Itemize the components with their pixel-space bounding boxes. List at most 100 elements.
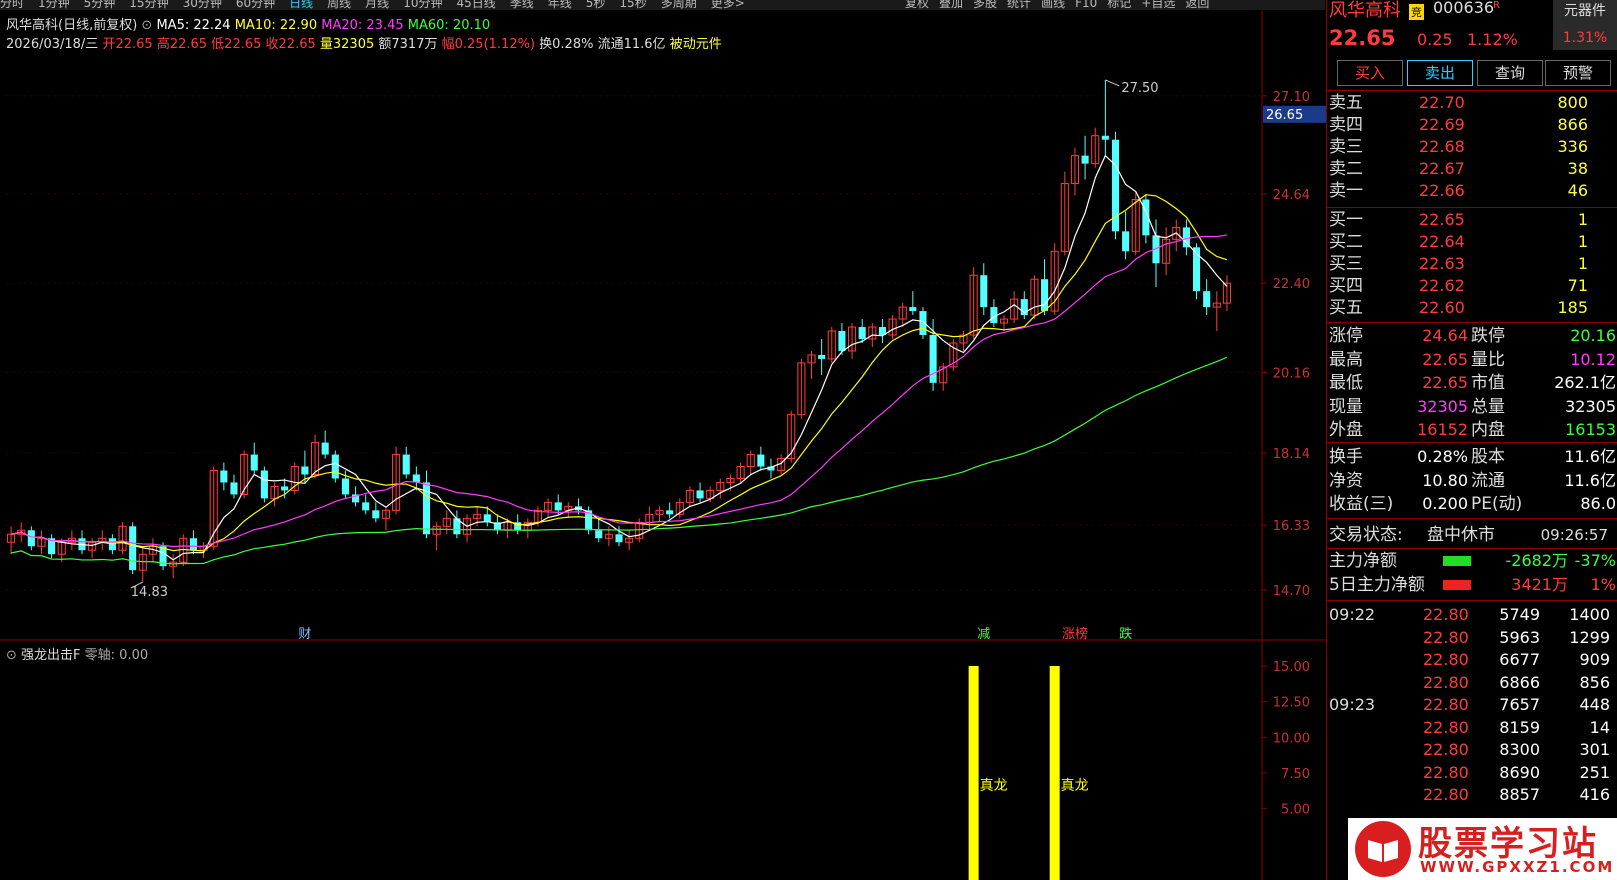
candle-body (858, 327, 866, 339)
query-button[interactable]: 查询 (1477, 60, 1543, 86)
stat-label: 现量 (1329, 396, 1363, 417)
candle-body (1041, 279, 1049, 312)
tool-button[interactable]: 画线 (1041, 0, 1065, 10)
stock-name: 风华高科 (1329, 0, 1401, 21)
tool-button[interactable]: +自选 (1141, 0, 1175, 10)
candle-body (220, 470, 228, 483)
stat-value: 22.65 (1422, 349, 1468, 369)
alert-button[interactable]: 预警 (1545, 60, 1611, 86)
period-tab[interactable]: 60分钟 (236, 0, 275, 10)
indicator-tick-label: 7.50 (1281, 767, 1310, 782)
candle-body (362, 502, 370, 511)
period-tab[interactable]: 10分钟 (403, 0, 442, 10)
period-tab[interactable]: 更多> (711, 0, 745, 10)
stat-value: 10.12 (1570, 349, 1616, 369)
period-tab[interactable]: 日线 (289, 0, 313, 10)
bid-volume: 185 (1557, 298, 1588, 317)
candle-body (331, 454, 339, 479)
ask-row: 卖二 22.67 38 (1327, 158, 1617, 180)
sell-button[interactable]: 卖出 (1407, 60, 1473, 86)
price-change: 0.25 (1417, 30, 1453, 49)
candle-body (818, 354, 826, 359)
stat-value: 10.80 (1422, 470, 1468, 490)
tick-row: 22.80 6677 909 (1327, 649, 1617, 671)
candle-body (554, 502, 562, 511)
tool-button[interactable]: F10 (1075, 0, 1097, 10)
bid-price: 22.64 (1419, 232, 1465, 251)
period-tab[interactable]: 30分钟 (183, 0, 222, 10)
stat-value: 0.28% (1417, 447, 1468, 466)
stat-label: 涨停 (1329, 326, 1363, 346)
kline-chart[interactable]: 27.10 24.64 22.40 20.16 18.14 16.33 14.70 26.65… (0, 10, 1326, 880)
ask-volume: 866 (1557, 115, 1588, 134)
stock-code: 000636 (1433, 0, 1495, 17)
period-tab[interactable]: 45日线 (456, 0, 495, 10)
stat-label: 最高 (1329, 349, 1363, 370)
flow-label: 主力净额 (1329, 551, 1397, 571)
tool-button[interactable]: 标记 (1107, 0, 1131, 10)
tick-volume: 7657 (1499, 695, 1540, 714)
price-tick-label: 24.64 (1273, 188, 1310, 203)
buy-button[interactable]: 买入 (1337, 60, 1403, 86)
candle-body (757, 454, 765, 467)
period-tab[interactable]: 周线 (327, 0, 351, 10)
sector-name: 元器件 (1564, 3, 1606, 19)
candle-body (412, 474, 420, 483)
price-tick-label: 22.40 (1273, 277, 1310, 292)
period-tab[interactable]: 月线 (365, 0, 389, 10)
tick-volume: 8159 (1499, 717, 1540, 737)
ask-label: 卖二 (1329, 159, 1363, 179)
last-price: 22.65 (1329, 26, 1396, 50)
bid-volume: 1 (1577, 210, 1588, 229)
bid-price: 22.60 (1419, 298, 1465, 317)
trade-status: 交易状态: 盘中休市 09:26:57 (1327, 524, 1617, 546)
tool-button[interactable]: 返回 (1185, 0, 1209, 10)
price-tick-label: 20.16 (1273, 366, 1310, 381)
period-tab[interactable]: 15分钟 (129, 0, 168, 10)
event-marker: 涨榜 (1062, 626, 1088, 642)
chevron-down-icon[interactable]: ⊙ (6, 648, 17, 663)
tick-amount: 1299 (1569, 627, 1610, 647)
bid-volume: 1 (1577, 254, 1588, 273)
tick-row: 09:23 22.80 7657 448 (1327, 694, 1617, 716)
period-tab[interactable]: 5分钟 (84, 0, 116, 10)
candle-body (1182, 227, 1190, 248)
tool-button[interactable]: 复权 (905, 0, 929, 10)
period-tab[interactable]: 分时 (0, 0, 24, 10)
stat-value: 11.6亿 (1564, 470, 1616, 490)
period-tab[interactable]: 1分钟 (38, 0, 70, 10)
ask-volume: 336 (1557, 137, 1588, 156)
ask-row: 卖三 22.68 336 (1327, 136, 1617, 158)
bid-row: 买二 22.64 1 (1327, 231, 1617, 253)
tick-time: 09:22 (1329, 605, 1376, 624)
bid-price: 22.62 (1419, 276, 1465, 295)
bid-row: 买四 22.62 71 (1327, 275, 1617, 297)
event-marker: 跌 (1119, 626, 1132, 642)
candle-body (1122, 231, 1130, 252)
tick-price: 22.80 (1423, 672, 1469, 692)
candle-body (909, 307, 917, 312)
tool-button[interactable]: 统计 (1007, 0, 1031, 10)
indicator-name[interactable]: 强龙出击F (21, 648, 80, 663)
period-tab[interactable]: 5秒 (586, 0, 606, 10)
divider (1327, 518, 1617, 519)
tool-button[interactable]: 叠加 (939, 0, 963, 10)
sector-box[interactable]: 元器件 1.31% (1553, 0, 1617, 50)
candle-body (27, 530, 35, 547)
ask-label: 卖五 (1329, 93, 1363, 113)
signal-label: 真龙 (1061, 778, 1089, 794)
flow-pct: 1% (1590, 575, 1616, 594)
price-tick-label: 16.33 (1273, 519, 1310, 534)
high-pointer (1105, 79, 1120, 87)
tick-row: 22.80 8159 14 (1327, 717, 1617, 739)
tool-button[interactable]: 多股 (973, 0, 997, 10)
period-tab[interactable]: 多周期 (661, 0, 697, 10)
signal-bar (1049, 666, 1060, 880)
ask-label: 卖一 (1329, 181, 1363, 201)
ask-volume: 800 (1557, 93, 1588, 112)
period-tab[interactable]: 季线 (510, 0, 534, 10)
candle-body (301, 466, 309, 475)
period-tab[interactable]: 年线 (548, 0, 572, 10)
period-tab[interactable]: 15秒 (619, 0, 646, 10)
bid-row: 买一 22.65 1 (1327, 209, 1617, 231)
